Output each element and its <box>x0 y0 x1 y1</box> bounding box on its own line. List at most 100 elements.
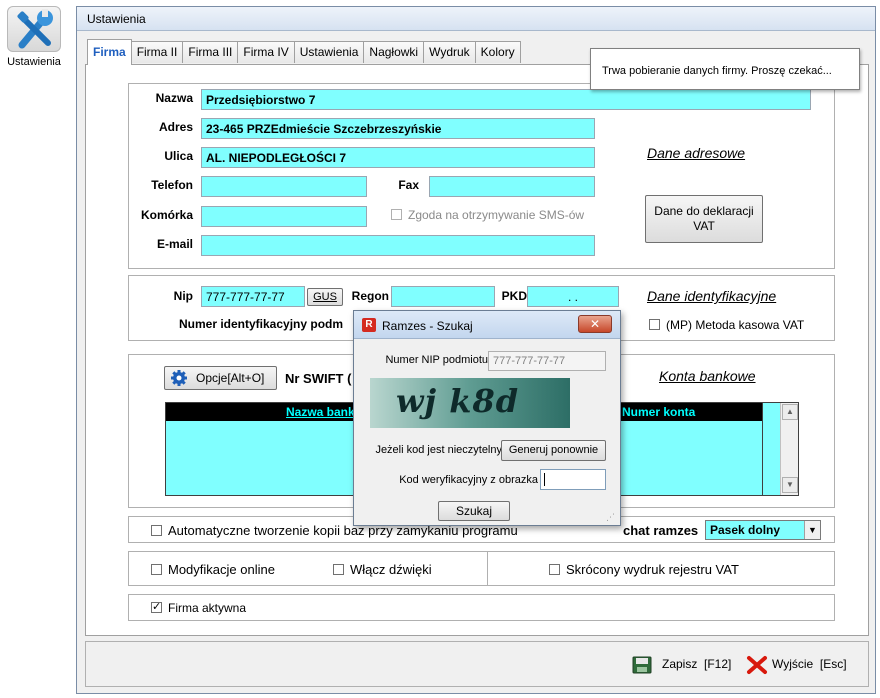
regon-field[interactable] <box>391 286 495 307</box>
zapisz-button[interactable]: Zapisz [F12] <box>628 652 740 678</box>
tab-firma-iii[interactable]: Firma III <box>182 41 239 63</box>
dialog-nip-field: 777-777-77-77 <box>488 351 606 371</box>
deklaracje-button-line2: VAT <box>693 219 715 233</box>
numer-identyfikacyjny-label: Numer identyfikacyjny podm <box>179 317 344 331</box>
fax-field[interactable] <box>429 176 595 197</box>
metoda-kasowa-label: (MP) Metoda kasowa VAT <box>666 318 805 332</box>
tab-firma-iv[interactable]: Firma IV <box>237 41 295 63</box>
dane-adresowe-link[interactable]: Dane adresowe <box>647 145 745 161</box>
dane-do-deklaracji-button[interactable]: Dane do deklaracji VAT <box>645 195 763 243</box>
modyfikacje-online-checkbox[interactable]: Modyfikacje online <box>151 562 275 577</box>
dialog-nip-label: Numer NIP podmiotu <box>385 354 488 366</box>
window-title-bar[interactable]: Ustawienia <box>77 7 875 31</box>
gus-button[interactable]: GUS <box>307 288 343 306</box>
save-disk-icon <box>632 656 652 677</box>
pkd-field[interactable]: . . <box>527 286 619 307</box>
chat-ramzes-value: Pasek dolny <box>710 523 781 537</box>
modyfikacje-online-label: Modyfikacje online <box>168 562 275 577</box>
deklaracje-button-line1: Dane do deklaracji <box>654 204 754 218</box>
email-field[interactable] <box>201 235 595 256</box>
fax-label: Fax <box>398 178 419 192</box>
captcha-image: wj k8d <box>370 378 570 428</box>
auto-backup-box[interactable] <box>151 525 162 536</box>
chat-ramzes-select[interactable]: Pasek dolny ▼ <box>705 520 821 540</box>
sms-consent-checkbox[interactable]: Zgoda na otrzymywanie SMS-ów <box>391 208 584 222</box>
skrocony-wydruk-checkbox[interactable]: Skrócony wydruk rejestru VAT <box>549 562 739 577</box>
tab-ustawienia[interactable]: Ustawienia <box>293 41 365 63</box>
tab-wydruk[interactable]: Wydruk <box>423 41 476 63</box>
tab-strip: Firma Firma II Firma III Firma IV Ustawi… <box>87 39 521 65</box>
komorka-label: Komórka <box>140 208 193 222</box>
wyjscie-key: [Esc] <box>819 657 847 671</box>
modyfikacje-online-box[interactable] <box>151 564 162 575</box>
table-scrollbar[interactable]: ▲ ▼ <box>780 403 798 495</box>
telefon-field[interactable] <box>201 176 367 197</box>
sms-consent-box[interactable] <box>391 209 402 220</box>
opcje-button-label: Opcje[Alt+O] <box>196 371 265 385</box>
wlacz-dzwieki-box[interactable] <box>333 564 344 575</box>
chevron-down-icon[interactable]: ▼ <box>804 521 820 539</box>
sms-consent-label: Zgoda na otrzymywanie SMS-ów <box>408 208 585 222</box>
wlacz-dzwieki-label: Włącz dźwięki <box>350 562 432 577</box>
komorka-field[interactable] <box>201 206 367 227</box>
resize-grip-icon[interactable]: ⋰ <box>606 513 616 523</box>
options-divider <box>487 552 488 585</box>
tools-icon <box>7 6 61 52</box>
close-x-icon <box>746 655 768 678</box>
nip-label: Nip <box>173 289 193 303</box>
firma-aktywna-label: Firma aktywna <box>168 601 247 615</box>
metoda-kasowa-box[interactable] <box>649 319 660 330</box>
unreadable-label: Jeżeli kod jest nieczytelny <box>375 444 502 456</box>
code-label: Kod weryfikacyjny z obrazka <box>399 474 538 486</box>
verification-code-input[interactable] <box>540 469 606 490</box>
opcje-button[interactable]: Opcje[Alt+O] <box>164 366 277 390</box>
konta-bankowe-link[interactable]: Konta bankowe <box>659 368 756 384</box>
captcha-text: wj k8d <box>396 382 520 420</box>
scroll-down-icon[interactable]: ▼ <box>782 477 798 493</box>
pkd-label: PKD <box>501 289 527 303</box>
skrocony-wydruk-box[interactable] <box>549 564 560 575</box>
ramzes-search-dialog: R Ramzes - Szukaj ✕ Numer NIP podmiotu 7… <box>353 310 621 526</box>
address-group: Nazwa Przedsiębiorstwo 7 Adres 23-465 PR… <box>128 83 835 269</box>
tab-naglowki[interactable]: Nagłowki <box>363 41 425 63</box>
adres-field[interactable]: 23-465 PRZEdmieście Szczebrzeszyńskie <box>201 118 595 139</box>
desktop-shortcut-label: Ustawienia <box>7 56 61 68</box>
regon-label: Regon <box>351 289 389 303</box>
misc-options-row: Modyfikacje online Włącz dźwięki Skrócon… <box>128 551 835 586</box>
tab-firma[interactable]: Firma <box>87 39 132 65</box>
tab-firma-ii[interactable]: Firma II <box>130 41 184 63</box>
zapisz-label: Zapisz <box>662 657 698 671</box>
footer-bar: Zapisz [F12] Wyjście [Esc] <box>85 641 869 687</box>
telefon-label: Telefon <box>151 178 193 192</box>
firma-aktywna-box[interactable] <box>151 600 162 613</box>
generuj-ponownie-button[interactable]: Generuj ponownie <box>501 440 606 461</box>
gear-icon <box>170 369 188 390</box>
loading-tooltip: Trwa pobieranie danych firmy. Proszę cze… <box>590 48 860 90</box>
ulica-field[interactable]: AL. NIEPODLEGŁOŚCI 7 <box>201 147 595 168</box>
firma-aktywna-checkbox[interactable]: Firma aktywna <box>151 600 247 615</box>
adres-label: Adres <box>158 120 193 134</box>
dialog-title: Ramzes - Szukaj <box>382 319 473 333</box>
wyjscie-button[interactable]: Wyjście [Esc] <box>744 652 854 678</box>
ulica-label: Ulica <box>164 149 193 163</box>
scroll-up-icon[interactable]: ▲ <box>782 404 798 420</box>
desktop-shortcut-ustawienia[interactable]: Ustawienia <box>2 6 66 76</box>
text-cursor <box>544 473 545 486</box>
dialog-close-button[interactable]: ✕ <box>578 315 612 333</box>
column-nazwa-banku[interactable]: Nazwa bank <box>286 405 355 419</box>
wlacz-dzwieki-checkbox[interactable]: Włącz dźwięki <box>333 562 432 577</box>
table-empty-column <box>762 403 780 495</box>
zapisz-key: [F12] <box>704 657 732 671</box>
nazwa-field[interactable]: Przedsiębiorstwo 7 <box>201 89 811 110</box>
dane-identyfikacyjne-link[interactable]: Dane identyfikacyjne <box>647 288 776 304</box>
swift-label: Nr SWIFT ( <box>285 371 352 386</box>
chat-ramzes-label: chat ramzes <box>623 523 699 538</box>
email-label: E-mail <box>156 237 193 251</box>
szukaj-button[interactable]: Szukaj <box>438 501 510 521</box>
nip-field[interactable]: 777-777-77-77 <box>201 286 305 307</box>
tab-kolory[interactable]: Kolory <box>474 41 521 63</box>
skrocony-wydruk-label: Skrócony wydruk rejestru VAT <box>566 562 739 577</box>
column-numer-konta[interactable]: Numer konta <box>622 405 695 419</box>
firma-aktywna-row: Firma aktywna <box>128 594 835 621</box>
metoda-kasowa-checkbox[interactable]: (MP) Metoda kasowa VAT <box>649 318 804 332</box>
